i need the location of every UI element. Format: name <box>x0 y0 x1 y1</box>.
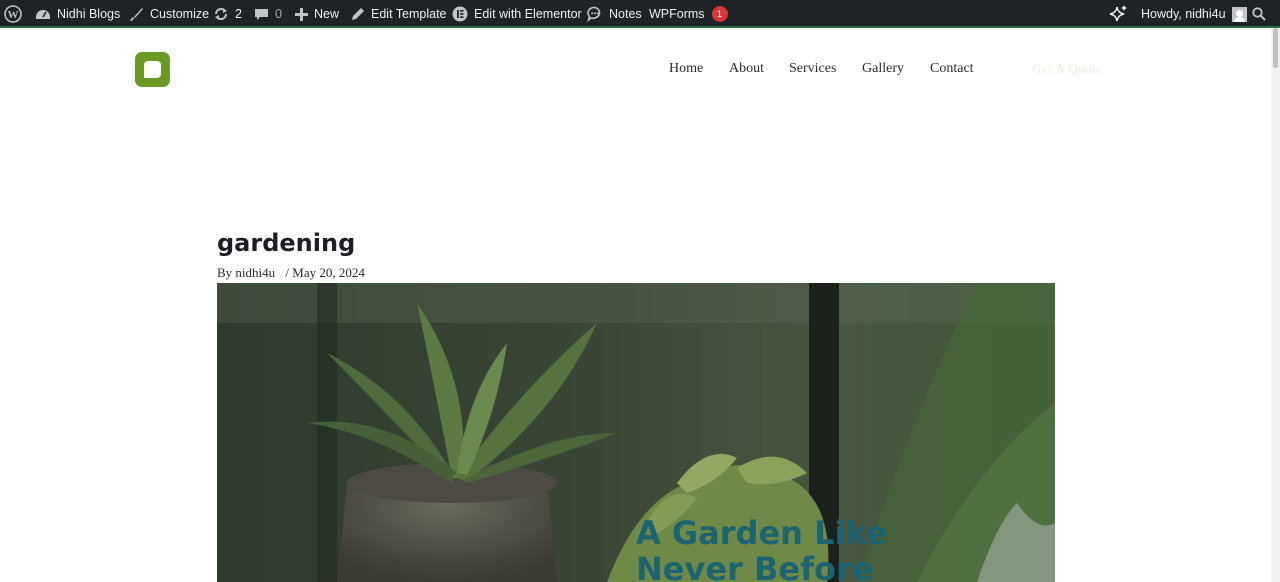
post-meta: By nidhi4u / May 20, 2024 <box>217 265 365 281</box>
notes-link[interactable]: Notes <box>587 0 642 28</box>
sparkle-icon <box>1108 4 1128 24</box>
get-a-quote-button[interactable]: Get A Quote <box>1032 61 1103 77</box>
author-prefix: By <box>217 265 233 280</box>
nav-item-about[interactable]: About <box>729 61 764 77</box>
my-account-link[interactable]: Howdy, nidhi4u <box>1141 0 1247 28</box>
customize-label: Customize <box>150 7 210 21</box>
admin-bar: W Nidhi Blogs Customize 2 0 New Edit Tem… <box>0 0 1280 28</box>
post-title: gardening <box>217 229 356 257</box>
post-date: / May 20, 2024 <box>285 265 365 280</box>
updates-link[interactable]: 2 <box>213 0 242 28</box>
comments-count: 0 <box>275 7 282 21</box>
search-icon <box>1252 7 1266 21</box>
avatar <box>1231 6 1247 22</box>
hero-heading: A Garden Like Never Before <box>636 514 888 582</box>
elementor-icon <box>452 6 468 22</box>
comment-icon <box>254 7 269 22</box>
scrollbar-thumb[interactable] <box>1273 28 1278 68</box>
hero-image: A Garden Like Never Before <box>217 283 1055 582</box>
update-icon <box>213 6 229 22</box>
wpforms-label: WPForms <box>649 7 705 21</box>
nav-item-home[interactable]: Home <box>669 61 703 77</box>
wpforms-link[interactable]: WPForms 1 <box>649 0 728 28</box>
edit-template-label: Edit Template <box>371 7 447 21</box>
edit-elementor-link[interactable]: Edit with Elementor <box>452 0 582 28</box>
updates-count: 2 <box>235 7 242 21</box>
nav-item-contact[interactable]: Contact <box>930 61 974 77</box>
edit-template-link[interactable]: Edit Template <box>351 0 447 28</box>
site-logo[interactable] <box>135 52 170 87</box>
admin-search-button[interactable] <box>1252 0 1272 28</box>
pencil-icon <box>351 7 365 21</box>
author-link[interactable]: nidhi4u <box>235 265 275 280</box>
ai-assistant-button[interactable] <box>1108 0 1134 28</box>
edit-elementor-label: Edit with Elementor <box>474 7 582 21</box>
svg-text:W: W <box>8 9 19 21</box>
wordpress-logo-button[interactable]: W <box>4 0 28 28</box>
comments-link[interactable]: 0 <box>254 0 282 28</box>
customize-link[interactable]: Customize <box>129 0 209 28</box>
brush-icon <box>129 7 144 22</box>
howdy-label: Howdy, nidhi4u <box>1141 7 1226 21</box>
site-name-label: Nidhi Blogs <box>57 7 121 21</box>
new-label: New <box>314 7 340 21</box>
wpforms-notification-badge: 1 <box>711 6 728 22</box>
wordpress-icon: W <box>4 5 22 23</box>
nav-item-services[interactable]: Services <box>789 61 836 77</box>
nav-item-gallery[interactable]: Gallery <box>862 61 904 77</box>
notes-label: Notes <box>609 7 642 21</box>
speech-bubble-icon <box>587 6 603 22</box>
site-name-link[interactable]: Nidhi Blogs <box>35 0 120 28</box>
plus-icon <box>295 7 308 21</box>
dashboard-icon <box>35 6 51 22</box>
page-scrollbar[interactable] <box>1271 28 1280 582</box>
new-content-link[interactable]: New <box>295 0 339 28</box>
